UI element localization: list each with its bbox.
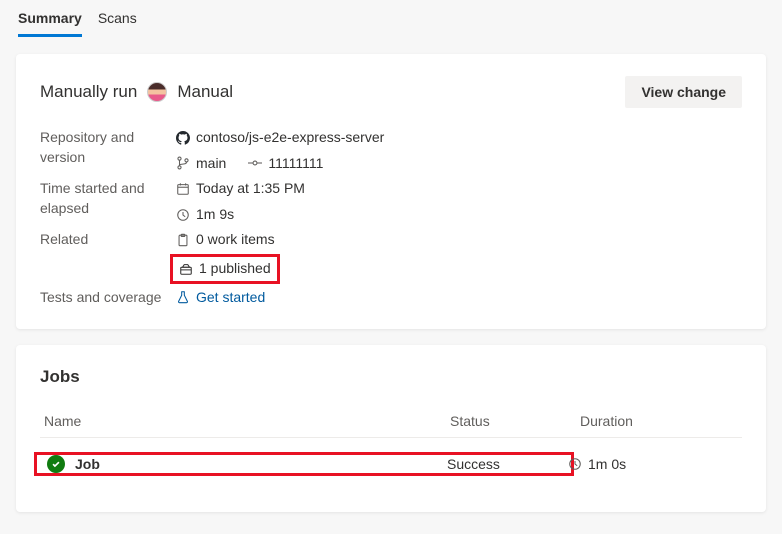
run-title: Manually run Manual	[40, 82, 233, 102]
title-suffix: Manual	[177, 82, 233, 102]
avatar	[147, 82, 167, 102]
flask-icon	[176, 290, 190, 304]
get-started-link[interactable]: Get started	[196, 288, 265, 308]
value-repo: contoso/js-e2e-express-server main 11111…	[176, 128, 742, 173]
tab-scans[interactable]: Scans	[98, 0, 137, 37]
label-time: Time started and elapsed	[40, 179, 172, 224]
clipboard-icon	[176, 233, 190, 247]
branch-icon	[176, 156, 190, 170]
success-icon	[47, 455, 65, 473]
started-line: Today at 1:35 PM	[176, 179, 742, 199]
workitems-line: 0 work items	[176, 230, 742, 250]
value-time: Today at 1:35 PM 1m 9s	[176, 179, 742, 224]
job-name-cell: Job	[43, 455, 447, 473]
clock-icon	[568, 457, 582, 471]
value-related: 0 work items 1 published	[176, 230, 742, 281]
workitems-text[interactable]: 0 work items	[196, 230, 275, 250]
elapsed-line: 1m 9s	[176, 205, 742, 225]
col-name: Name	[40, 413, 450, 429]
summary-card: Manually run Manual View change Reposito…	[16, 54, 766, 329]
title-prefix: Manually run	[40, 82, 137, 102]
tests-line: Get started	[176, 288, 742, 308]
view-change-button[interactable]: View change	[625, 76, 742, 108]
jobs-heading: Jobs	[40, 367, 742, 387]
job-duration: 1m 0s	[588, 456, 626, 472]
repo-line: contoso/js-e2e-express-server	[176, 128, 742, 148]
col-duration: Duration	[580, 413, 742, 429]
published-line-wrap: 1 published	[176, 256, 742, 282]
artifact-icon	[179, 262, 193, 276]
tab-summary[interactable]: Summary	[18, 0, 82, 37]
value-tests: Get started	[176, 288, 742, 308]
calendar-icon	[176, 182, 190, 196]
label-tests: Tests and coverage	[40, 288, 172, 308]
table-row[interactable]: Job Success 1m 0s	[40, 438, 742, 490]
github-icon	[176, 131, 190, 145]
summary-info: Repository and version contoso/js-e2e-ex…	[40, 128, 742, 307]
summary-header: Manually run Manual View change	[40, 76, 742, 108]
jobs-table-header: Name Status Duration	[40, 405, 742, 438]
job-duration-cell: 1m 0s	[568, 456, 742, 472]
published-text[interactable]: 1 published	[199, 259, 271, 279]
label-related: Related	[40, 230, 172, 281]
jobs-card: Jobs Name Status Duration Job Success 1m…	[16, 345, 766, 512]
commit-icon	[248, 156, 262, 170]
published-highlight: 1 published	[170, 254, 280, 284]
elapsed-text: 1m 9s	[196, 205, 234, 225]
branch-name[interactable]: main	[196, 154, 226, 174]
job-row-highlight: Job Success	[34, 452, 574, 476]
job-name: Job	[75, 456, 100, 472]
commit-hash[interactable]: 11111111	[268, 154, 323, 174]
branch-commit-line: main 11111111	[176, 154, 742, 174]
started-text: Today at 1:35 PM	[196, 179, 305, 199]
repo-name[interactable]: contoso/js-e2e-express-server	[196, 128, 384, 148]
job-status: Success	[447, 456, 565, 472]
tab-bar: Summary Scans	[0, 0, 782, 38]
col-status: Status	[450, 413, 580, 429]
label-repo: Repository and version	[40, 128, 172, 173]
clock-icon	[176, 208, 190, 222]
